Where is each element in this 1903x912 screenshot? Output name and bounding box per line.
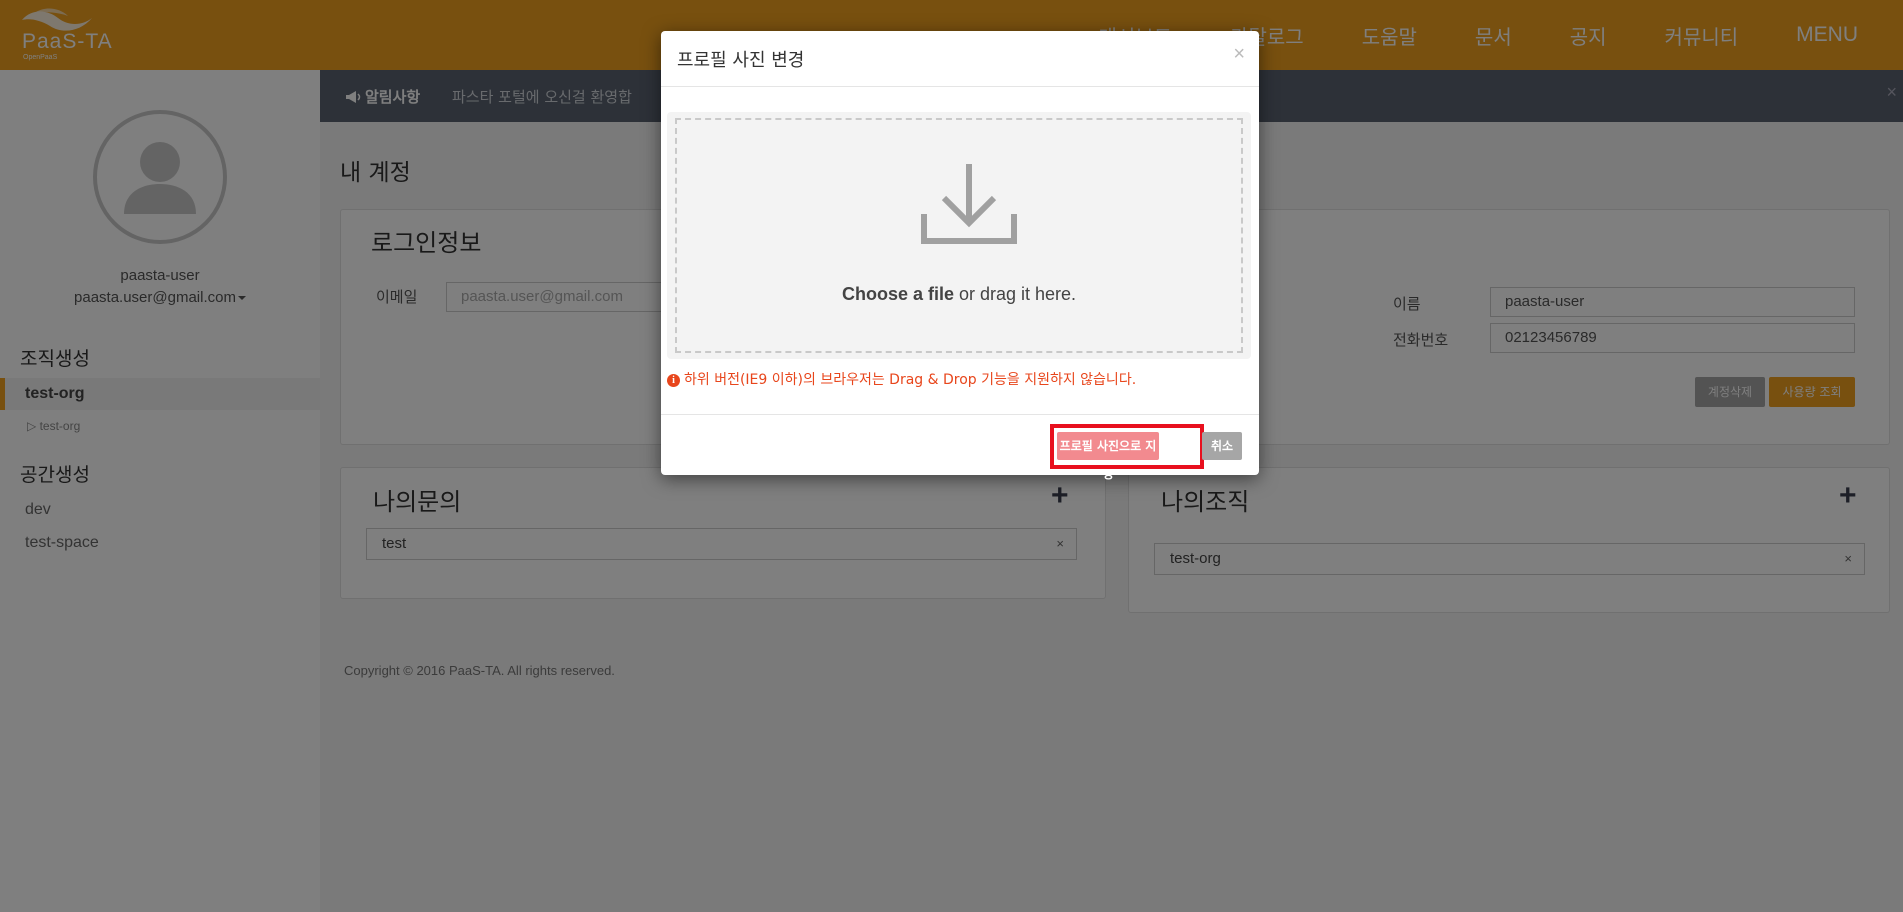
dropzone-text: Choose a file or drag it here.: [677, 284, 1241, 305]
modal-header: 프로필 사진 변경 ×: [661, 31, 1259, 87]
download-icon: [921, 164, 1017, 244]
file-dropzone-target[interactable]: Choose a file or drag it here.: [675, 118, 1243, 353]
modal-footer: 프로필 사진으로 지정 취소: [661, 414, 1259, 481]
choose-file-link[interactable]: Choose a file: [842, 284, 954, 304]
cancel-button[interactable]: 취소: [1202, 432, 1242, 460]
highlight-box: [1050, 424, 1204, 469]
profile-photo-modal: 프로필 사진 변경 × Choose a file or drag it her…: [661, 31, 1259, 481]
file-dropzone: Choose a file or drag it here.: [667, 112, 1251, 359]
modal-close-button[interactable]: ×: [1233, 43, 1245, 66]
info-icon: i: [667, 374, 680, 387]
modal-title: 프로필 사진 변경: [677, 50, 805, 71]
drag-hint: or drag it here.: [953, 284, 1077, 304]
browser-warning: i 하위 버전(IE9 이하)의 브라우저는 Drag & Drop 기능을 지원…: [667, 369, 1136, 389]
warning-text: 하위 버전(IE9 이하)의 브라우저는 Drag & Drop 기능을 지원하…: [684, 372, 1137, 388]
